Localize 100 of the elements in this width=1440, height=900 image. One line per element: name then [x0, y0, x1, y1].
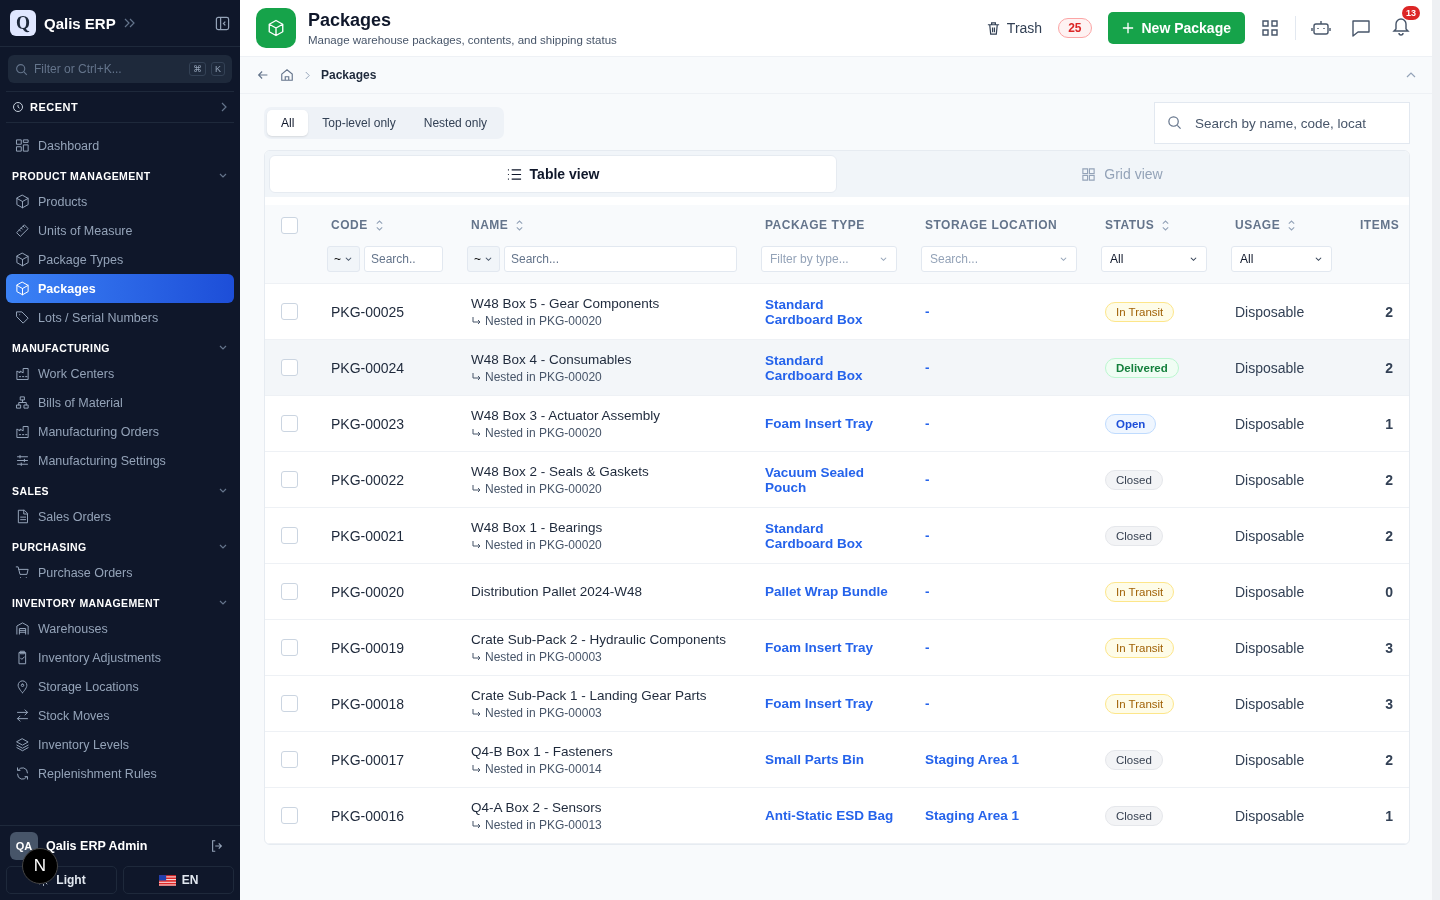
- filter-tab[interactable]: Nested only: [409, 110, 502, 136]
- operator-dropdown[interactable]: ~: [327, 246, 360, 272]
- sidebar-item[interactable]: Sales Orders: [6, 502, 234, 531]
- table-row[interactable]: PKG-00019 Crate Sub-Pack 2 - Hydraulic Components Nested in PKG-00003 Foam Insert Tray - In Transit Disposable 3: [265, 620, 1409, 676]
- package-type-link[interactable]: Standard Cardboard Box: [765, 520, 895, 551]
- sidebar-item[interactable]: Inventory Adjustments: [6, 643, 234, 672]
- sidebar-item[interactable]: Manufacturing Orders: [6, 417, 234, 446]
- row-checkbox[interactable]: [281, 527, 298, 544]
- sidebar-item[interactable]: Manufacturing Settings: [6, 446, 234, 475]
- row-checkbox[interactable]: [281, 583, 298, 600]
- package-type-link[interactable]: Standard Cardboard Box: [765, 352, 895, 383]
- notification-bell-icon[interactable]: [1391, 16, 1411, 36]
- trash-button[interactable]: Trash: [979, 19, 1049, 37]
- status-badge: Closed: [1105, 749, 1163, 770]
- package-type-link[interactable]: Pallet Wrap Bundle: [765, 584, 888, 599]
- package-type-link[interactable]: Foam Insert Tray: [765, 696, 874, 711]
- storage-location-cell[interactable]: -: [925, 528, 930, 543]
- table-row[interactable]: PKG-00023 W48 Box 3 - Actuator Assembly Nested in PKG-00020 Foam Insert Tray - Open Disposable 1: [265, 396, 1409, 452]
- row-checkbox[interactable]: [281, 751, 298, 768]
- sidebar-item[interactable]: Lots / Serial Numbers: [6, 303, 234, 332]
- storage-location-cell[interactable]: -: [925, 360, 930, 375]
- package-type-link[interactable]: Foam Insert Tray: [765, 640, 874, 655]
- row-checkbox[interactable]: [281, 807, 298, 824]
- column-search-field[interactable]: Search...: [504, 246, 737, 272]
- column-filter-select[interactable]: All: [1101, 246, 1207, 272]
- column-header[interactable]: STATUS: [1105, 218, 1171, 232]
- section-header[interactable]: PRODUCT MANAGEMENT: [6, 165, 234, 187]
- section-header[interactable]: SALES: [6, 480, 234, 502]
- sidebar-item[interactable]: Package Types: [6, 245, 234, 274]
- chat-icon[interactable]: [1351, 18, 1371, 38]
- sidebar-item[interactable]: Warehouses: [6, 614, 234, 643]
- column-filter-select[interactable]: All: [1231, 246, 1332, 272]
- items-count-cell: 3: [1385, 639, 1393, 656]
- storage-location-cell[interactable]: -: [925, 304, 930, 319]
- package-type-link[interactable]: Standard Cardboard Box: [765, 296, 895, 327]
- column-header[interactable]: STORAGE LOCATION: [925, 218, 1058, 232]
- usage-cell: Disposable: [1235, 415, 1305, 432]
- language-button[interactable]: EN: [123, 866, 234, 894]
- row-checkbox[interactable]: [281, 415, 298, 432]
- package-type-link[interactable]: Vacuum Sealed Pouch: [765, 464, 895, 495]
- code-cell: PKG-00025: [331, 303, 405, 320]
- package-type-link[interactable]: Anti-Static ESD Bag: [765, 808, 894, 823]
- chevron-up-icon[interactable]: [1406, 71, 1416, 79]
- package-type-link[interactable]: Foam Insert Tray: [765, 416, 874, 431]
- search-field[interactable]: Search by name, code, locat: [1154, 102, 1410, 144]
- sidebar-item[interactable]: Purchase Orders: [6, 558, 234, 587]
- sidebar-item[interactable]: Units of Measure: [6, 216, 234, 245]
- table-row[interactable]: PKG-00018 Crate Sub-Pack 1 - Landing Gear Parts Nested in PKG-00003 Foam Insert Tray - In Transit Disposable 3: [265, 676, 1409, 732]
- recent-toggle[interactable]: RECENT: [6, 91, 234, 123]
- row-checkbox[interactable]: [281, 303, 298, 320]
- sidebar-item[interactable]: Products: [6, 187, 234, 216]
- column-header[interactable]: USAGE: [1235, 218, 1297, 232]
- storage-location-cell[interactable]: -: [925, 696, 930, 711]
- storage-location-cell[interactable]: -: [925, 640, 930, 655]
- section-header[interactable]: MANUFACTURING: [6, 337, 234, 359]
- sidebar-item[interactable]: Packages: [6, 274, 234, 303]
- view-tab[interactable]: Table view: [269, 155, 837, 193]
- column-search-field[interactable]: Search..: [364, 246, 443, 272]
- filter-tab[interactable]: Top-level only: [308, 110, 410, 136]
- table-row[interactable]: PKG-00022 W48 Box 2 - Seals & Gaskets Nested in PKG-00020 Vacuum Sealed Pouch - Closed Disposable 2: [265, 452, 1409, 508]
- back-arrow-icon[interactable]: [256, 68, 270, 82]
- filter-tab[interactable]: All: [267, 110, 309, 136]
- column-header[interactable]: NAME: [471, 218, 525, 232]
- table-row[interactable]: PKG-00020 Distribution Pallet 2024-W48 Pallet Wrap Bundle - In Transit Disposable 0: [265, 564, 1409, 620]
- sidebar-item[interactable]: Bills of Material: [6, 388, 234, 417]
- table-row[interactable]: PKG-00016 Q4-A Box 2 - Sensors Nested in PKG-00013 Anti-Static ESD Bag Staging Area 1 Closed Disposable 1: [265, 788, 1409, 844]
- table-row[interactable]: PKG-00017 Q4-B Box 1 - Fasteners Nested in PKG-00014 Small Parts Bin Staging Area 1 Closed Disposable 2: [265, 732, 1409, 788]
- table-row[interactable]: PKG-00024 W48 Box 4 - Consumables Nested in PKG-00020 Standard Cardboard Box - Delivered Disposable 2: [265, 340, 1409, 396]
- column-header[interactable]: ITEMS: [1360, 218, 1400, 232]
- select-all-checkbox[interactable]: [281, 216, 298, 234]
- row-checkbox[interactable]: [281, 471, 298, 488]
- section-header[interactable]: PURCHASING: [6, 536, 234, 558]
- robot-icon[interactable]: [1311, 18, 1331, 38]
- storage-location-cell[interactable]: -: [925, 584, 930, 599]
- row-checkbox[interactable]: [281, 695, 298, 712]
- apps-grid-icon[interactable]: [1260, 18, 1280, 38]
- sidebar-toggle-icon[interactable]: [215, 15, 230, 31]
- sidebar-item[interactable]: Storage Locations: [6, 672, 234, 701]
- home-icon[interactable]: [280, 68, 294, 82]
- row-checkbox[interactable]: [281, 639, 298, 656]
- column-header[interactable]: CODE: [331, 218, 384, 232]
- storage-location-cell[interactable]: Staging Area 1: [925, 808, 1020, 823]
- sidebar-item[interactable]: Inventory Levels: [6, 730, 234, 759]
- sidebar-item[interactable]: Stock Moves: [6, 701, 234, 730]
- row-checkbox[interactable]: [281, 359, 298, 376]
- sidebar-item[interactable]: Dashboard: [6, 131, 234, 160]
- logout-icon[interactable]: [210, 839, 224, 853]
- section-header[interactable]: INVENTORY MANAGEMENT: [6, 592, 234, 614]
- breadcrumb-item[interactable]: Packages: [321, 68, 377, 82]
- operator-dropdown[interactable]: ~: [467, 246, 500, 272]
- storage-location-cell[interactable]: -: [925, 472, 930, 487]
- double-chevron-icon[interactable]: [123, 18, 136, 28]
- table-row[interactable]: PKG-00021 W48 Box 1 - Bearings Nested in PKG-00020 Standard Cardboard Box - Closed Disposable 2: [265, 508, 1409, 564]
- storage-location-cell[interactable]: Staging Area 1: [925, 752, 1020, 767]
- column-header[interactable]: PACKAGE TYPE: [765, 218, 865, 232]
- sidebar-item[interactable]: Replenishment Rules: [6, 759, 234, 788]
- package-type-link[interactable]: Small Parts Bin: [765, 752, 865, 767]
- nested-arrow-icon: [471, 315, 481, 326]
- sidebar-item[interactable]: Work Centers: [6, 359, 234, 388]
- storage-location-cell[interactable]: -: [925, 416, 930, 431]
